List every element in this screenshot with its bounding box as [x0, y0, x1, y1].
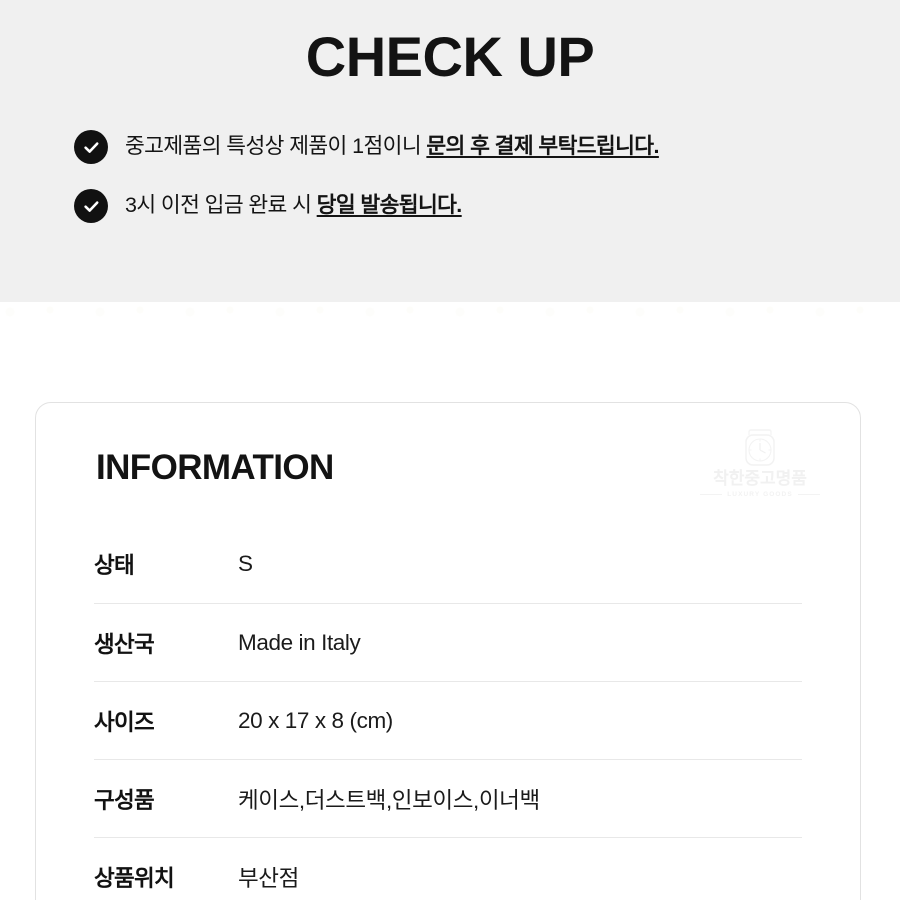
table-row: 생산국 Made in Italy — [94, 603, 802, 681]
checkup-item-text-normal: 중고제품의 특성상 제품이 1점이니 — [125, 134, 427, 158]
checkup-item-text: 중고제품의 특성상 제품이 1점이니 문의 후 결제 부탁드립니다. — [125, 128, 659, 165]
checkup-list: 중고제품의 특성상 제품이 1점이니 문의 후 결제 부탁드립니다. 3시 이전… — [74, 128, 874, 246]
checkup-item-text-emphasis: 당일 발송됩니다. — [316, 193, 463, 217]
checkup-item-text-emphasis: 문의 후 결제 부탁드립니다. — [426, 134, 659, 158]
table-row: 상태 S — [94, 525, 802, 603]
spec-label: 상품위치 — [94, 865, 175, 891]
decorative-pattern — [0, 302, 900, 342]
watermark-rule-right — [797, 494, 820, 495]
spec-value: 20 x 17 x 8 (cm) — [238, 707, 393, 733]
product-detail-page: CHECK UP 중고제품의 특성상 제품이 1점이니 문의 후 결제 부탁드립… — [0, 0, 900, 900]
information-title: INFORMATION — [96, 448, 334, 487]
specification-table: 상태 S 생산국 Made in Italy 사이즈 20 x 17 x 8 (… — [36, 525, 860, 900]
checkup-title: CHECK UP — [305, 25, 595, 88]
watermark-subtitle-row: LUXURY GOODS — [690, 491, 830, 498]
checkup-item: 중고제품의 특성상 제품이 1점이니 문의 후 결제 부탁드립니다. — [74, 128, 874, 165]
spec-label: 상태 — [94, 553, 135, 578]
information-card-header: INFORMATION 착한중고명품 LUXURY GOODS — [36, 403, 860, 525]
watermark-subtitle: LUXURY GOODS — [727, 491, 793, 498]
check-circle-icon — [74, 189, 108, 223]
spec-value: 부산점 — [238, 865, 299, 891]
spec-label: 구성품 — [94, 787, 155, 813]
checkup-section: CHECK UP 중고제품의 특성상 제품이 1점이니 문의 후 결제 부탁드립… — [0, 0, 900, 302]
table-row: 구성품 케이스,더스트백,인보이스,이너백 — [94, 759, 802, 837]
spec-value: 케이스,더스트백,인보이스,이너백 — [238, 787, 540, 813]
table-row: 사이즈 20 x 17 x 8 (cm) — [94, 681, 802, 759]
spec-label: 생산국 — [94, 631, 155, 657]
checkup-item-text: 3시 이전 입금 완료 시 당일 발송됩니다. — [125, 187, 462, 224]
brand-watermark: 착한중고명품 LUXURY GOODS — [690, 429, 830, 507]
check-circle-icon — [74, 130, 108, 164]
wristwatch-icon — [745, 429, 775, 466]
spec-value: Made in Italy — [238, 629, 361, 655]
table-row: 상품위치 부산점 — [94, 837, 802, 900]
spec-label: 사이즈 — [94, 709, 155, 735]
checkup-item-text-normal: 3시 이전 입금 완료 시 — [125, 193, 317, 217]
watermark-brand-name: 착한중고명품 — [713, 469, 807, 488]
information-card: INFORMATION 착한중고명품 LUXURY GOODS 상태 S 생산국… — [35, 402, 861, 900]
spec-value: S — [238, 551, 253, 576]
checkup-item: 3시 이전 입금 완료 시 당일 발송됩니다. — [74, 187, 874, 224]
watermark-rule-left — [700, 494, 723, 495]
